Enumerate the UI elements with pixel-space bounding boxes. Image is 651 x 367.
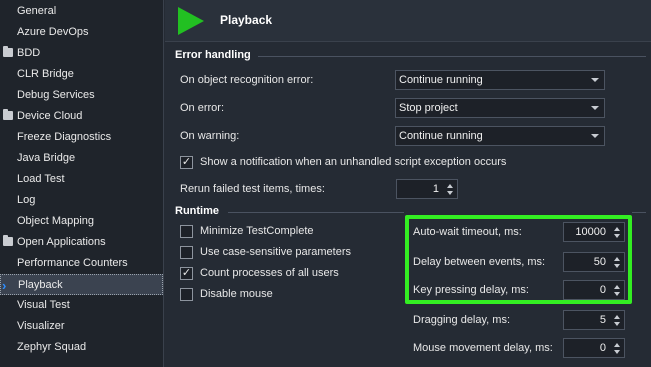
mouse-movement-delay-spinner[interactable]: 0 xyxy=(563,338,625,358)
tree-item-label: Load Test xyxy=(17,173,65,185)
page-header: Playback xyxy=(165,0,651,42)
page-title: Playback xyxy=(220,13,273,27)
spin-up-icon[interactable] xyxy=(614,343,620,347)
dragging-delay-label: Dragging delay, ms: xyxy=(413,314,511,326)
checkmark-icon: ✓ xyxy=(181,267,192,279)
tree-item-label: Debug Services xyxy=(17,89,95,101)
on-error-label: On error: xyxy=(180,102,225,114)
tree-item-label: Performance Counters xyxy=(17,257,128,269)
tree-item-visual-test[interactable]: Visual Test xyxy=(0,295,163,316)
tree-item-label: Visual Test xyxy=(17,299,70,311)
spin-down-icon[interactable] xyxy=(614,322,620,326)
spin-down-icon[interactable] xyxy=(614,350,620,354)
tree-item-label: Log xyxy=(17,194,36,206)
chevron-down-icon xyxy=(591,106,599,110)
folder-icon xyxy=(3,46,13,57)
play-icon xyxy=(178,7,204,35)
tree-item-label: Zephyr Squad xyxy=(17,341,87,353)
notification-label: Show a notification when an unhandled sc… xyxy=(200,156,507,168)
spin-up-icon[interactable] xyxy=(447,184,453,188)
tree-item-load-test[interactable]: Load Test xyxy=(0,169,163,190)
disable-mouse-label: Disable mouse xyxy=(200,288,273,300)
tree-item-label: Object Mapping xyxy=(17,215,95,227)
tree-item-label: BDD xyxy=(17,47,41,59)
tree-item-label: Open Applications xyxy=(17,236,106,248)
tree-item-log[interactable]: Log xyxy=(0,190,163,211)
notification-checkbox[interactable]: ✓ xyxy=(180,156,193,169)
section-divider xyxy=(632,212,646,213)
tree-item-general[interactable]: General xyxy=(0,1,163,22)
object-recognition-error-select[interactable]: Continue running xyxy=(395,70,605,90)
spinner-value: 0 xyxy=(599,342,606,354)
dragging-delay-spinner[interactable]: 5 xyxy=(563,310,625,330)
count-processes-checkbox[interactable]: ✓ xyxy=(180,267,193,280)
tree-item-label: CLR Bridge xyxy=(17,68,74,80)
folder-icon xyxy=(3,109,13,120)
spinner-value: 1 xyxy=(432,183,439,195)
tree-item-label: Java Bridge xyxy=(17,152,76,164)
tree-item-open-applications[interactable]: Open Applications xyxy=(0,232,163,253)
select-value: Continue running xyxy=(399,130,483,142)
chevron-down-icon xyxy=(591,134,599,138)
spinner-value: 5 xyxy=(599,314,606,326)
tree-item-device-cloud[interactable]: Device Cloud xyxy=(0,106,163,127)
case-sensitive-label: Use case-sensitive parameters xyxy=(200,246,352,258)
select-value: Stop project xyxy=(399,102,458,114)
minimize-testcomplete-checkbox[interactable] xyxy=(180,225,193,238)
on-error-select[interactable]: Stop project xyxy=(395,98,605,118)
on-warning-label: On warning: xyxy=(180,130,240,142)
case-sensitive-checkbox[interactable] xyxy=(180,246,193,259)
tree-item-performance-counters[interactable]: Performance Counters xyxy=(0,253,163,274)
tree-item-clr-bridge[interactable]: CLR Bridge xyxy=(0,64,163,85)
tree-item-label: Playback xyxy=(18,279,63,291)
disable-mouse-checkbox[interactable] xyxy=(180,288,193,301)
tree-item-debug-services[interactable]: Debug Services xyxy=(0,85,163,106)
mouse-movement-delay-label: Mouse movement delay, ms: xyxy=(413,342,553,354)
spin-up-icon[interactable] xyxy=(614,315,620,319)
rerun-spinner[interactable]: 1 xyxy=(396,179,458,199)
tree-item-java-bridge[interactable]: Java Bridge xyxy=(0,148,163,169)
section-title-error-handling: Error handling xyxy=(175,49,251,61)
settings-tree: General Azure DevOps BDD CLR Bridge Debu… xyxy=(0,0,164,367)
tree-item-azure-devops[interactable]: Azure DevOps xyxy=(0,22,163,43)
tree-item-zephyr-squad[interactable]: Zephyr Squad xyxy=(0,337,163,358)
tree-item-label: Device Cloud xyxy=(17,110,83,122)
section-title-runtime: Runtime xyxy=(175,205,219,217)
spin-down-icon[interactable] xyxy=(447,191,453,195)
section-divider xyxy=(258,56,646,57)
object-recognition-error-label: On object recognition error: xyxy=(180,74,314,86)
chevron-right-icon: › xyxy=(2,278,7,293)
tree-item-object-mapping[interactable]: Object Mapping xyxy=(0,211,163,232)
tree-item-freeze-diagnostics[interactable]: Freeze Diagnostics xyxy=(0,127,163,148)
count-processes-label: Count processes of all users xyxy=(200,267,339,279)
highlight-box xyxy=(405,215,632,304)
tree-item-label: Visualizer xyxy=(17,320,65,332)
select-value: Continue running xyxy=(399,74,483,86)
checkmark-icon: ✓ xyxy=(181,156,192,168)
tree-item-playback[interactable]: › Playback xyxy=(0,274,163,295)
folder-icon xyxy=(3,235,13,246)
tree-item-visualizer[interactable]: Visualizer xyxy=(0,316,163,337)
on-warning-select[interactable]: Continue running xyxy=(395,126,605,146)
rerun-label: Rerun failed test items, times: xyxy=(180,183,325,195)
tree-item-label: Azure DevOps xyxy=(17,26,89,38)
minimize-testcomplete-label: Minimize TestComplete xyxy=(200,225,314,237)
tree-item-label: Freeze Diagnostics xyxy=(17,131,112,143)
section-divider xyxy=(228,212,404,213)
chevron-down-icon xyxy=(591,78,599,82)
tree-item-label: General xyxy=(17,5,57,17)
tree-item-bdd[interactable]: BDD xyxy=(0,43,163,64)
